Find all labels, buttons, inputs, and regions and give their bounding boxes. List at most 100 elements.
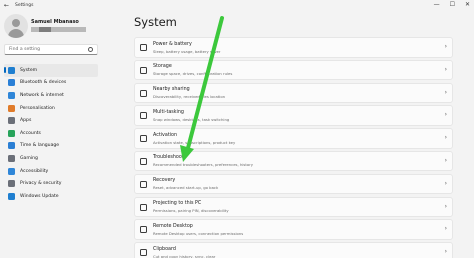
card-subtitle: Snap windows, desktops, task switching xyxy=(153,116,230,122)
settings-card-activation[interactable]: Activation Activation state, subscription… xyxy=(134,128,453,149)
sidebar-item-label: Personalisation xyxy=(20,105,55,111)
settings-card-storage[interactable]: Storage Storage space, drives, configurat… xyxy=(134,59,453,81)
sidebar-item-accounts[interactable]: Accounts xyxy=(4,127,98,140)
recovery-icon xyxy=(140,180,147,188)
settings-card-multi-tasking[interactable]: Multi-tasking Snap windows, desktops, tas… xyxy=(134,105,453,126)
user-email-redacted xyxy=(31,27,86,32)
card-title: Storage xyxy=(153,64,172,70)
settings-list: Power & battery Sleep, battery usage, bat… xyxy=(134,37,453,258)
activation-icon xyxy=(140,135,147,143)
controller-icon xyxy=(8,154,15,162)
card-subtitle: Activation state, subscriptions, product… xyxy=(153,139,236,145)
chevron-right-icon: › xyxy=(444,111,447,119)
sidebar-item-bluetooth-devices[interactable]: Bluetooth & devices xyxy=(4,77,98,90)
person-icon xyxy=(8,129,15,137)
card-title: Activation xyxy=(153,132,178,138)
sidebar-item-apps[interactable]: Apps xyxy=(4,114,98,127)
sidebar-item-label: Privacy & security xyxy=(20,181,62,187)
close-button[interactable]: ✕ xyxy=(465,1,470,8)
sidebar-item-label: Time & language xyxy=(20,143,60,149)
sidebar-item-windows-update[interactable]: Windows Update xyxy=(4,190,98,203)
clipboard-icon xyxy=(140,249,147,257)
back-arrow-icon[interactable]: ← xyxy=(4,2,9,9)
wrench-icon xyxy=(140,157,147,165)
card-subtitle: Discoverability, received files location xyxy=(153,94,226,100)
sidebar-item-privacy-security[interactable]: Privacy & security xyxy=(4,177,98,190)
sidebar-item-time-language[interactable]: Time & language xyxy=(4,140,98,153)
main-panel: System Power & battery Sleep, battery usa… xyxy=(134,12,474,258)
settings-card-power-battery[interactable]: Power & battery Sleep, battery usage, bat… xyxy=(134,37,453,58)
chevron-right-icon: › xyxy=(444,88,447,96)
sidebar: Samuel Mbanaso Find a setting System Blue… xyxy=(0,12,102,258)
card-subtitle: Cut and copy history, sync, clear xyxy=(153,253,216,258)
settings-card-recovery[interactable]: Recovery Reset, advanced start-up, go bac… xyxy=(134,173,453,195)
card-title: Power & battery xyxy=(153,41,192,47)
sidebar-item-personalisation[interactable]: Personalisation xyxy=(4,102,98,115)
shield-icon xyxy=(8,180,15,188)
sidebar-item-label: Accounts xyxy=(20,130,41,136)
card-title: Recovery xyxy=(153,178,176,184)
card-subtitle: Permissions, pairing PIN, discoverabilit… xyxy=(153,208,229,214)
sidebar-item-label: Accessibility xyxy=(20,168,49,174)
system-icon xyxy=(8,66,15,74)
wifi-icon xyxy=(8,91,15,99)
card-title: Troubleshoot xyxy=(153,155,184,161)
maximize-button[interactable]: ☐ xyxy=(450,1,455,8)
user-name: Samuel Mbanaso xyxy=(31,19,79,25)
multitasking-icon xyxy=(140,112,147,120)
minimize-button[interactable]: — xyxy=(434,1,440,8)
settings-card-remote-desktop[interactable]: Remote Desktop Remote Desktop users, conn… xyxy=(134,219,453,240)
settings-card-projecting-to-this-pc[interactable]: Projecting to this PC Permissions, pairin… xyxy=(134,196,453,218)
sidebar-item-label: Bluetooth & devices xyxy=(20,80,67,86)
window-controls: — ☐ ✕ xyxy=(434,1,470,8)
card-title: Nearby sharing xyxy=(153,87,190,93)
chevron-right-icon: › xyxy=(444,179,447,187)
update-icon xyxy=(8,192,15,200)
projector-icon xyxy=(140,203,147,211)
sidebar-item-label: Apps xyxy=(20,118,32,124)
apps-icon xyxy=(8,117,15,125)
title-bar: ← Settings — ☐ ✕ xyxy=(0,0,474,12)
sidebar-item-label: Gaming xyxy=(20,155,38,161)
chevron-right-icon: › xyxy=(444,202,447,210)
sidebar-item-accessibility[interactable]: Accessibility xyxy=(4,165,98,178)
card-subtitle: Sleep, battery usage, battery saver xyxy=(153,48,221,54)
settings-card-nearby-sharing[interactable]: Nearby sharing Discoverability, received … xyxy=(134,82,453,104)
accessibility-icon xyxy=(8,167,15,175)
nearby-sharing-icon xyxy=(140,89,147,97)
page-title: System xyxy=(134,15,177,29)
sidebar-nav: System Bluetooth & devices Network & inter… xyxy=(4,64,98,203)
chevron-right-icon: › xyxy=(444,156,447,164)
chevron-right-icon: › xyxy=(444,225,447,233)
remote-desktop-icon xyxy=(140,226,147,234)
card-title: Multi-tasking xyxy=(153,109,184,115)
brush-icon xyxy=(8,104,15,112)
avatar xyxy=(4,14,28,38)
search-placeholder: Find a setting xyxy=(9,47,41,52)
card-subtitle: Storage space, drives, configuration rul… xyxy=(153,71,233,77)
bluetooth-icon xyxy=(8,79,15,87)
sidebar-item-label: System xyxy=(20,67,38,73)
sidebar-item-network-internet[interactable]: Network & internet xyxy=(4,89,98,102)
card-title: Remote Desktop xyxy=(153,223,193,229)
sidebar-item-gaming[interactable]: Gaming xyxy=(4,152,98,165)
sidebar-item-label: Windows Update xyxy=(20,193,59,199)
user-profile[interactable]: Samuel Mbanaso xyxy=(4,14,100,48)
settings-card-clipboard[interactable]: Clipboard Cut and copy history, sync, cle… xyxy=(134,242,453,258)
card-subtitle: Reset, advanced start-up, go back xyxy=(153,185,219,191)
window-title: Settings xyxy=(15,3,34,8)
sidebar-item-system[interactable]: System xyxy=(4,64,98,77)
search-input[interactable]: Find a setting xyxy=(4,44,98,55)
card-title: Clipboard xyxy=(153,246,176,252)
search-icon xyxy=(88,47,93,52)
chevron-right-icon: › xyxy=(444,43,447,50)
card-subtitle: Remote Desktop users, connection permiss… xyxy=(153,230,244,236)
storage-icon xyxy=(140,66,147,74)
card-subtitle: Recommended troubleshooters, preferences… xyxy=(153,162,254,168)
sidebar-item-label: Network & internet xyxy=(20,92,64,98)
settings-card-troubleshoot[interactable]: Troubleshoot Recommended troubleshooters,… xyxy=(134,150,453,172)
power-icon xyxy=(140,44,147,51)
globe-icon xyxy=(8,142,15,150)
chevron-right-icon: › xyxy=(444,65,447,73)
chevron-right-icon: › xyxy=(444,134,447,142)
